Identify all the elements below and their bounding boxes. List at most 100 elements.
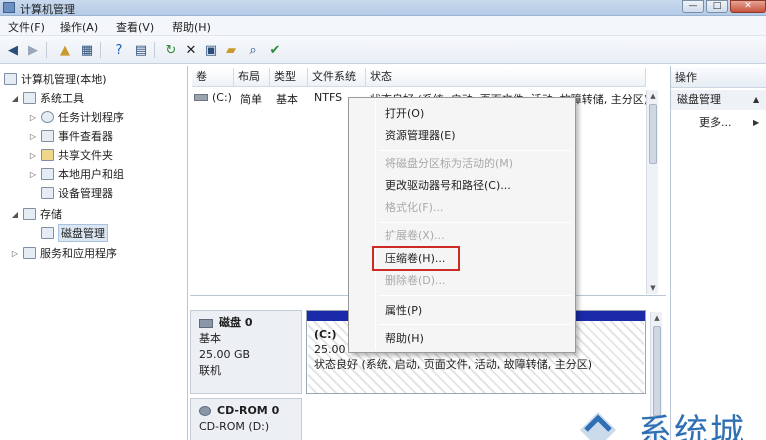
menu-view[interactable]: 查看(V) [116, 19, 154, 35]
services-icon [23, 247, 36, 259]
toolbar-separator [46, 42, 47, 58]
shrink-volume-highlight [372, 246, 460, 271]
layout-cell: 简单 [240, 93, 262, 106]
actions-section-disk-management[interactable]: 磁盘管理 ▲ [671, 90, 766, 110]
menu-file[interactable]: 文件(F) [8, 19, 45, 35]
menu-item-extend-volume[interactable]: 扩展卷(X)... [385, 226, 445, 246]
more-actions-label: 更多... [699, 116, 732, 129]
tree-item-event-viewer[interactable]: ▷ 事件查看器 [28, 127, 113, 145]
close-button[interactable]: ✕ [730, 0, 766, 13]
delete-x-icon[interactable]: ✕ [182, 41, 200, 59]
partition-status: 状态良好 (系统, 启动, 页面文件, 活动, 故障转储, 主分区) [314, 358, 593, 371]
computer-icon [4, 73, 17, 85]
actions-pane: 操作 磁盘管理 ▲ 更多... ▶ [670, 66, 766, 440]
menu-separator [379, 324, 571, 325]
menu-item-delete-volume[interactable]: 删除卷(D)... [385, 271, 446, 291]
cdrom-0-info[interactable]: CD-ROM 0 CD-ROM (D:) [190, 398, 302, 440]
menu-item-format[interactable]: 格式化(F)... [385, 198, 443, 218]
tree-item-local-users-groups[interactable]: ▷ 本地用户和组 [28, 165, 124, 183]
watermark: 系统城 [540, 398, 766, 440]
context-menu: 打开(O) 资源管理器(E) 将磁盘分区标为活动的(M) 更改驱动器号和路径(C… [348, 97, 576, 353]
menu-bar: 文件(F) 操作(A) 查看(V) 帮助(H) [0, 16, 766, 36]
expand-arrow-icon[interactable]: ◢ [10, 210, 20, 219]
column-header-status[interactable]: 状态 [366, 68, 646, 87]
column-header-volume[interactable]: 卷 [192, 68, 234, 87]
menu-separator [379, 222, 571, 223]
scroll-up-icon[interactable]: ▲ [651, 312, 663, 324]
cdrom-name: CD-ROM 0 [217, 404, 280, 417]
cdrom-icon [199, 406, 211, 416]
shared-folder-icon [41, 149, 54, 161]
collapse-arrow-icon[interactable]: ▲ [753, 90, 759, 110]
column-header-filesystem[interactable]: 文件系统 [308, 68, 366, 87]
submenu-arrow-icon[interactable]: ▶ [753, 118, 759, 127]
open-folder-icon[interactable]: ▰ [222, 41, 240, 59]
computer-management-icon [3, 2, 15, 13]
expand-arrow-icon[interactable]: ▷ [10, 249, 20, 258]
tree-item-shared-folders[interactable]: ▷ 共享文件夹 [28, 146, 113, 164]
expand-arrow-icon[interactable]: ◢ [10, 94, 20, 103]
device-manager-icon [41, 187, 54, 199]
disk-0-info[interactable]: 磁盘 0 基本 25.00 GB 联机 [190, 310, 302, 394]
list-scrollbar[interactable]: ▲ ▼ [646, 90, 658, 294]
tree-item-disk-management[interactable]: 磁盘管理 [41, 224, 108, 242]
more-actions[interactable]: 更多... [699, 114, 732, 132]
menu-separator [379, 295, 571, 296]
menu-item-mark-active[interactable]: 将磁盘分区标为活动的(M) [385, 154, 513, 174]
check-icon[interactable]: ✔ [266, 41, 284, 59]
tree-item-system-tools[interactable]: ◢ 系统工具 [10, 89, 84, 107]
column-header-layout[interactable]: 布局 [234, 68, 270, 87]
menu-gutter [375, 100, 376, 350]
refresh-icon[interactable]: ↻ [162, 41, 180, 59]
tree-item-task-scheduler[interactable]: ▷ 任务计划程序 [28, 108, 124, 126]
expand-arrow-icon[interactable]: ▷ [28, 132, 38, 141]
help-book-icon[interactable]: ? [110, 41, 128, 59]
expand-arrow-icon[interactable]: ▷ [28, 113, 38, 122]
console-icon[interactable]: ▤ [132, 41, 150, 59]
menu-action[interactable]: 操作(A) [60, 19, 98, 35]
up-folder-icon[interactable]: ▲ [56, 41, 74, 59]
back-arrow-icon[interactable]: ◀ [4, 41, 22, 59]
navigation-tree: 计算机管理(本地) ◢ 系统工具 ▷ 任务计划程序 ▷ 事件查看器 ▷ 共享文件… [0, 66, 188, 440]
column-header-type[interactable]: 类型 [270, 68, 308, 87]
search-icon[interactable]: ⌕ [244, 41, 262, 59]
disk-management-icon [41, 227, 54, 239]
scroll-up-icon[interactable]: ▲ [647, 90, 659, 102]
watermark-text: 系统城 [638, 412, 746, 440]
properties-icon[interactable]: ▣ [202, 41, 220, 59]
tree-item-services-applications[interactable]: ▷ 服务和应用程序 [10, 244, 117, 262]
scrollbar-thumb[interactable] [649, 104, 657, 164]
menu-item-change-drive-letter[interactable]: 更改驱动器号和路径(C)... [385, 176, 511, 196]
menu-help[interactable]: 帮助(H) [172, 19, 211, 35]
minimize-button[interactable]: — [682, 0, 704, 13]
forward-arrow-icon[interactable]: ▶ [24, 41, 42, 59]
menu-item-properties[interactable]: 属性(P) [385, 301, 422, 321]
disk-state: 联机 [199, 364, 221, 377]
expand-arrow-icon[interactable]: ▷ [28, 170, 38, 179]
type-cell: 基本 [276, 93, 298, 106]
filesystem-cell: NTFS [314, 91, 343, 104]
tree-item-storage[interactable]: ◢ 存储 [10, 205, 62, 223]
actions-section-label: 磁盘管理 [677, 93, 721, 106]
menu-item-help[interactable]: 帮助(H) [385, 329, 424, 349]
show-hide-tree-icon[interactable]: ▦ [78, 41, 96, 59]
cdrom-drive: CD-ROM (D:) [199, 420, 270, 433]
tree-item-computer-management[interactable]: 计算机管理(本地) [4, 70, 107, 88]
expand-arrow-icon[interactable]: ▷ [28, 151, 38, 160]
hard-disk-icon [199, 318, 213, 328]
clock-icon [41, 111, 54, 123]
tree-item-device-manager[interactable]: 设备管理器 [41, 184, 113, 202]
menu-item-explorer[interactable]: 资源管理器(E) [385, 126, 456, 146]
volume-cell: (C:) [212, 91, 232, 104]
storage-icon [23, 208, 36, 220]
title-bar: 计算机管理 — □ ✕ [0, 0, 766, 16]
scroll-down-icon[interactable]: ▼ [647, 282, 659, 294]
actions-header: 操作 [671, 68, 766, 88]
window-title: 计算机管理 [20, 3, 75, 16]
tools-icon [23, 92, 36, 104]
disk-size: 25.00 GB [199, 348, 251, 361]
maximize-button[interactable]: □ [706, 0, 728, 13]
menu-item-open[interactable]: 打开(O) [385, 104, 424, 124]
windows-logo-icon [580, 412, 616, 440]
event-log-icon [41, 130, 54, 142]
